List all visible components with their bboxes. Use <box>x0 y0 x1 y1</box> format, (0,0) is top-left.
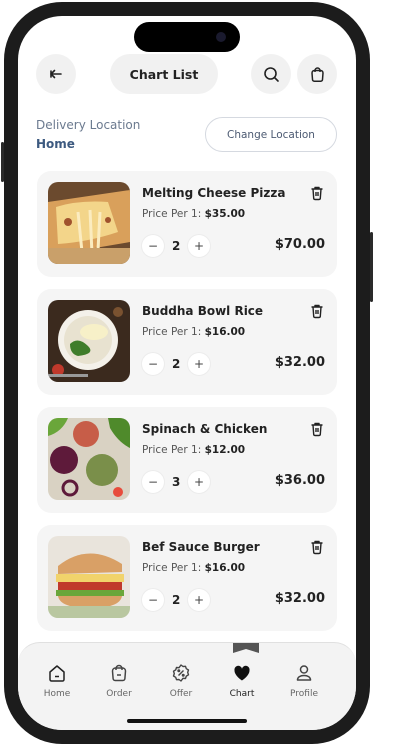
quantity-value: 2 <box>172 357 181 371</box>
camera-icon <box>216 32 226 42</box>
cart-item-card: Melting Cheese Pizza Price Per 1: $35.00… <box>37 171 337 277</box>
item-total: $32.00 <box>274 355 325 370</box>
delete-icon[interactable] <box>309 421 325 437</box>
tab-profile[interactable]: Profile <box>277 663 331 699</box>
tab-offer[interactable]: Offer <box>154 663 208 699</box>
phone-frame: Chart List Delivery Location Home Change… <box>1 2 373 744</box>
user-icon <box>296 665 312 681</box>
burger-image <box>48 536 130 618</box>
item-name: Spinach & Chicken <box>142 422 268 436</box>
tab-label: Chart <box>229 689 255 699</box>
cart-item-card: Bef Sauce Burger Price Per 1: $16.00 − 2… <box>37 525 337 631</box>
delivery-location-label: Delivery Location <box>36 118 141 132</box>
header: Chart List <box>18 54 356 94</box>
shopping-bag-icon <box>310 66 324 82</box>
decrease-button[interactable]: − <box>142 471 164 493</box>
item-price: Price Per 1: $35.00 <box>142 208 246 220</box>
decrease-button[interactable]: − <box>142 353 164 375</box>
cart-item-card: Spinach & Chicken Price Per 1: $12.00 − … <box>37 407 337 513</box>
cheese-pizza-image <box>48 182 130 264</box>
tab-label: Profile <box>290 689 318 699</box>
bag-icon <box>111 664 127 682</box>
item-price: Price Per 1: $16.00 <box>142 562 246 574</box>
item-price: Price Per 1: $16.00 <box>142 326 246 338</box>
spinach-chicken-image <box>48 418 130 500</box>
tab-chart[interactable]: Chart <box>215 663 269 699</box>
quantity-stepper: − 2 + <box>142 234 210 258</box>
item-total: $70.00 <box>274 237 325 252</box>
tab-label: Order <box>106 689 132 699</box>
quantity-stepper: − 2 + <box>142 588 210 612</box>
quantity-value: 2 <box>172 593 181 607</box>
quantity-value: 3 <box>172 475 181 489</box>
bag-button[interactable] <box>297 54 337 94</box>
delivery-location-value: Home <box>36 137 75 151</box>
tab-label: Home <box>43 689 71 699</box>
quantity-stepper: − 2 + <box>142 352 210 376</box>
change-location-button[interactable]: Change Location <box>205 117 337 152</box>
increase-button[interactable]: + <box>188 471 210 493</box>
item-name: Bef Sauce Burger <box>142 540 260 554</box>
bottom-tab-bar: Home Order Offer Chart Profile <box>18 642 356 730</box>
increase-button[interactable]: + <box>188 353 210 375</box>
decrease-button[interactable]: − <box>142 235 164 257</box>
discount-badge-icon <box>172 664 190 682</box>
quantity-value: 2 <box>172 239 181 253</box>
tab-label: Offer <box>169 689 193 699</box>
back-button[interactable] <box>36 54 76 94</box>
delete-icon[interactable] <box>309 185 325 201</box>
arrow-left-icon <box>50 69 62 79</box>
cart-item-card: Buddha Bowl Rice Price Per 1: $16.00 − 2… <box>37 289 337 395</box>
home-icon <box>49 665 65 682</box>
item-name: Buddha Bowl Rice <box>142 304 264 318</box>
delete-icon[interactable] <box>309 303 325 319</box>
tab-home[interactable]: Home <box>30 663 84 699</box>
rice-bowl-image <box>48 300 130 382</box>
home-indicator <box>127 719 247 723</box>
search-button[interactable] <box>251 54 291 94</box>
item-price: Price Per 1: $12.00 <box>142 444 246 456</box>
item-total: $32.00 <box>274 591 325 606</box>
delete-icon[interactable] <box>309 539 325 555</box>
dynamic-island <box>134 22 240 52</box>
item-total: $36.00 <box>274 473 325 488</box>
increase-button[interactable]: + <box>188 235 210 257</box>
increase-button[interactable]: + <box>188 589 210 611</box>
search-icon <box>263 66 279 82</box>
item-name: Melting Cheese Pizza <box>142 186 286 200</box>
tab-order[interactable]: Order <box>92 663 146 699</box>
heart-icon <box>234 665 250 681</box>
quantity-stepper: − 3 + <box>142 470 210 494</box>
page-title: Chart List <box>110 54 218 94</box>
decrease-button[interactable]: − <box>142 589 164 611</box>
app-screen: Chart List Delivery Location Home Change… <box>18 16 356 730</box>
